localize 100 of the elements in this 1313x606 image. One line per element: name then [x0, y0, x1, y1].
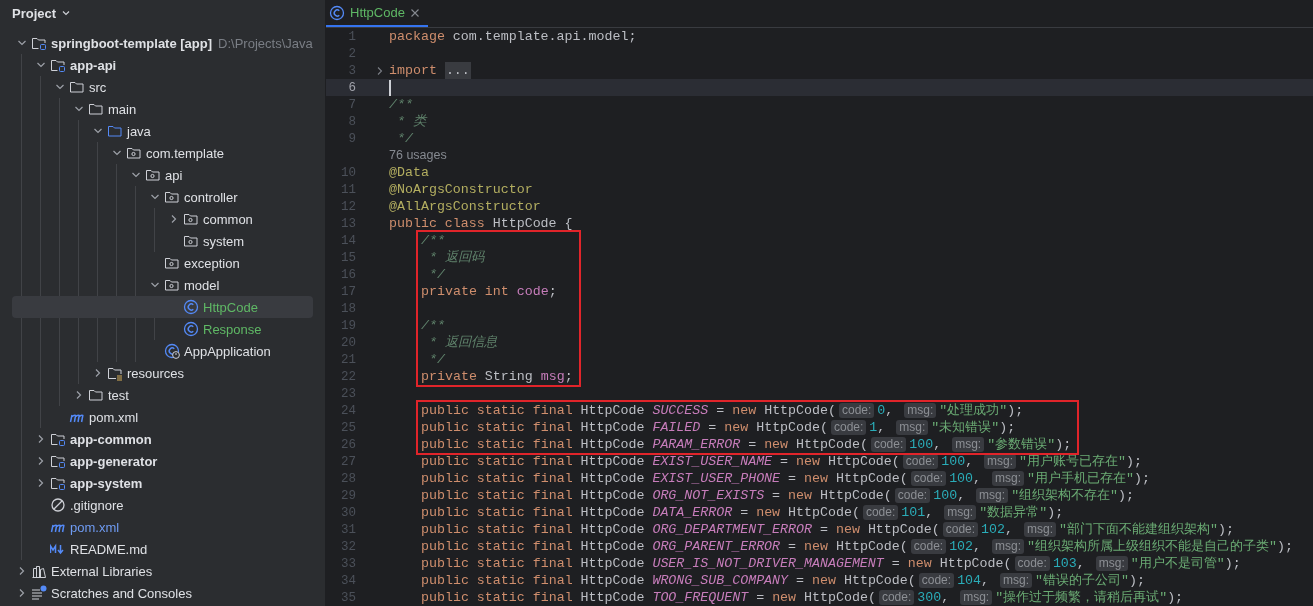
- code-token: "未知错误": [931, 419, 1000, 436]
- chevron-down-icon[interactable]: [92, 126, 103, 136]
- parameter-hint: code:: [870, 437, 907, 452]
- tree-item[interactable]: api: [126, 164, 313, 186]
- code-token: USER_IS_NOT_DRIVER_MANAGEMENT: [652, 555, 884, 572]
- code-token: HttpCode: [579, 402, 646, 419]
- line-number: 6: [347, 80, 356, 95]
- tree-item[interactable]: Scratches and Consoles: [12, 582, 313, 604]
- code-token: "参数错误": [987, 436, 1056, 453]
- code-token: "组织架构不存在": [1011, 487, 1119, 504]
- code-token: * 类: [395, 113, 426, 130]
- code-token: import: [389, 62, 437, 79]
- parameter-hint: code:: [910, 471, 947, 486]
- code-token: ,: [1076, 555, 1086, 572]
- tree-item[interactable]: src: [50, 76, 313, 98]
- tree-item[interactable]: app-generator: [31, 450, 313, 472]
- folded-code[interactable]: ...: [444, 62, 471, 79]
- chevron-down-icon[interactable]: [149, 280, 160, 290]
- code-token: =: [747, 436, 758, 453]
- code-token: =: [818, 521, 829, 538]
- chevron-down-icon[interactable]: [61, 8, 72, 18]
- parameter-hint: code:: [942, 522, 979, 537]
- chevron-right-icon[interactable]: [375, 65, 385, 76]
- tree-item[interactable]: resources: [88, 362, 313, 384]
- module-folder-icon: [31, 35, 47, 51]
- code-token: public static final: [421, 402, 573, 419]
- code-token: );: [1055, 436, 1072, 453]
- code-token: );: [1129, 572, 1145, 589]
- code-token: HttpCode(: [763, 402, 836, 419]
- tree-item[interactable]: app-system: [31, 472, 313, 494]
- code-token: HttpCode(: [834, 470, 908, 487]
- tree-item[interactable]: README.md: [31, 538, 313, 560]
- tree-item[interactable]: .gitignore: [31, 494, 313, 516]
- tree-item[interactable]: model: [145, 274, 313, 296]
- tree-item[interactable]: Response: [164, 318, 313, 340]
- parameter-hint: code:: [831, 420, 867, 435]
- tree-item[interactable]: pom.xml: [31, 516, 313, 538]
- tree-item[interactable]: java: [88, 120, 313, 142]
- code-token: ,: [973, 538, 983, 555]
- usages-link[interactable]: 76 usages: [389, 147, 447, 164]
- chevron-down-icon[interactable]: [73, 104, 84, 114]
- code-token: code: [515, 283, 549, 300]
- code-token: HttpCode: [579, 487, 646, 504]
- code-token: /**: [389, 96, 413, 113]
- tree-item[interactable]: AppApplication: [145, 340, 313, 362]
- chevron-down-icon[interactable]: [54, 82, 65, 92]
- tree-item[interactable]: springboot-template [app] D:\Projects\Java: [12, 32, 313, 54]
- parameter-hint: code:: [894, 488, 931, 503]
- tree-item[interactable]: controller: [145, 186, 313, 208]
- code-token: WRONG_SUB_COMPANY: [652, 572, 789, 589]
- tree-item[interactable]: com.template: [107, 142, 313, 164]
- tree-item[interactable]: pom.xml: [50, 406, 313, 428]
- close-icon[interactable]: [409, 7, 420, 18]
- code-token: public static final: [421, 572, 573, 589]
- code-token: );: [1224, 555, 1241, 572]
- editor-tab[interactable]: HttpCode: [326, 0, 428, 27]
- code-token: =: [755, 589, 766, 606]
- code-token: public static final: [421, 436, 573, 453]
- tree-item[interactable]: External Libraries: [12, 560, 313, 582]
- code-token: @Data: [389, 164, 429, 181]
- code-token: ,: [885, 402, 895, 419]
- package-folder-icon: [164, 189, 180, 205]
- resources-folder-icon: [107, 365, 123, 381]
- tree-item[interactable]: system: [164, 230, 313, 252]
- code-token: String: [483, 368, 534, 385]
- tree-item[interactable]: common: [164, 208, 313, 230]
- code-token: HttpCode(: [795, 436, 868, 453]
- chevron-down-icon[interactable]: [35, 60, 46, 70]
- code-token: new: [764, 436, 789, 453]
- code-token: HttpCode {: [491, 215, 573, 232]
- code-token: 102: [949, 538, 974, 555]
- chevron-down-icon[interactable]: [111, 148, 122, 158]
- chevron-down-icon[interactable]: [149, 192, 160, 202]
- tree-item[interactable]: main: [69, 98, 313, 120]
- tree-item[interactable]: HttpCode: [12, 296, 313, 318]
- tree-item[interactable]: exception: [145, 252, 313, 274]
- code-token: public static final: [421, 504, 573, 521]
- module-folder-icon: [50, 475, 66, 491]
- code-token: PARAM_ERROR: [652, 436, 741, 453]
- folder-icon: [88, 101, 104, 117]
- tree-item[interactable]: app-common: [31, 428, 313, 450]
- code-token: 100: [909, 436, 934, 453]
- code-token: HttpCode: [579, 572, 646, 589]
- tree-item[interactable]: app-api: [31, 54, 313, 76]
- class-icon: [183, 321, 199, 337]
- tree-item[interactable]: test: [69, 384, 313, 406]
- code-token: HttpCode: [579, 538, 646, 555]
- code-token: public static final: [421, 487, 573, 504]
- code-token: );: [1007, 402, 1024, 419]
- code-token: new: [724, 419, 749, 436]
- panel-title[interactable]: Project: [12, 5, 57, 21]
- code-token: public static final: [421, 470, 573, 487]
- code-token: );: [1167, 589, 1184, 606]
- chevron-down-icon[interactable]: [130, 170, 141, 180]
- code-token: new: [804, 470, 828, 487]
- code-token: msg: [540, 368, 565, 385]
- code-token: );: [1134, 470, 1150, 487]
- folder-icon: [88, 387, 104, 403]
- code-token: public static final: [421, 555, 573, 572]
- chevron-down-icon[interactable]: [16, 38, 27, 48]
